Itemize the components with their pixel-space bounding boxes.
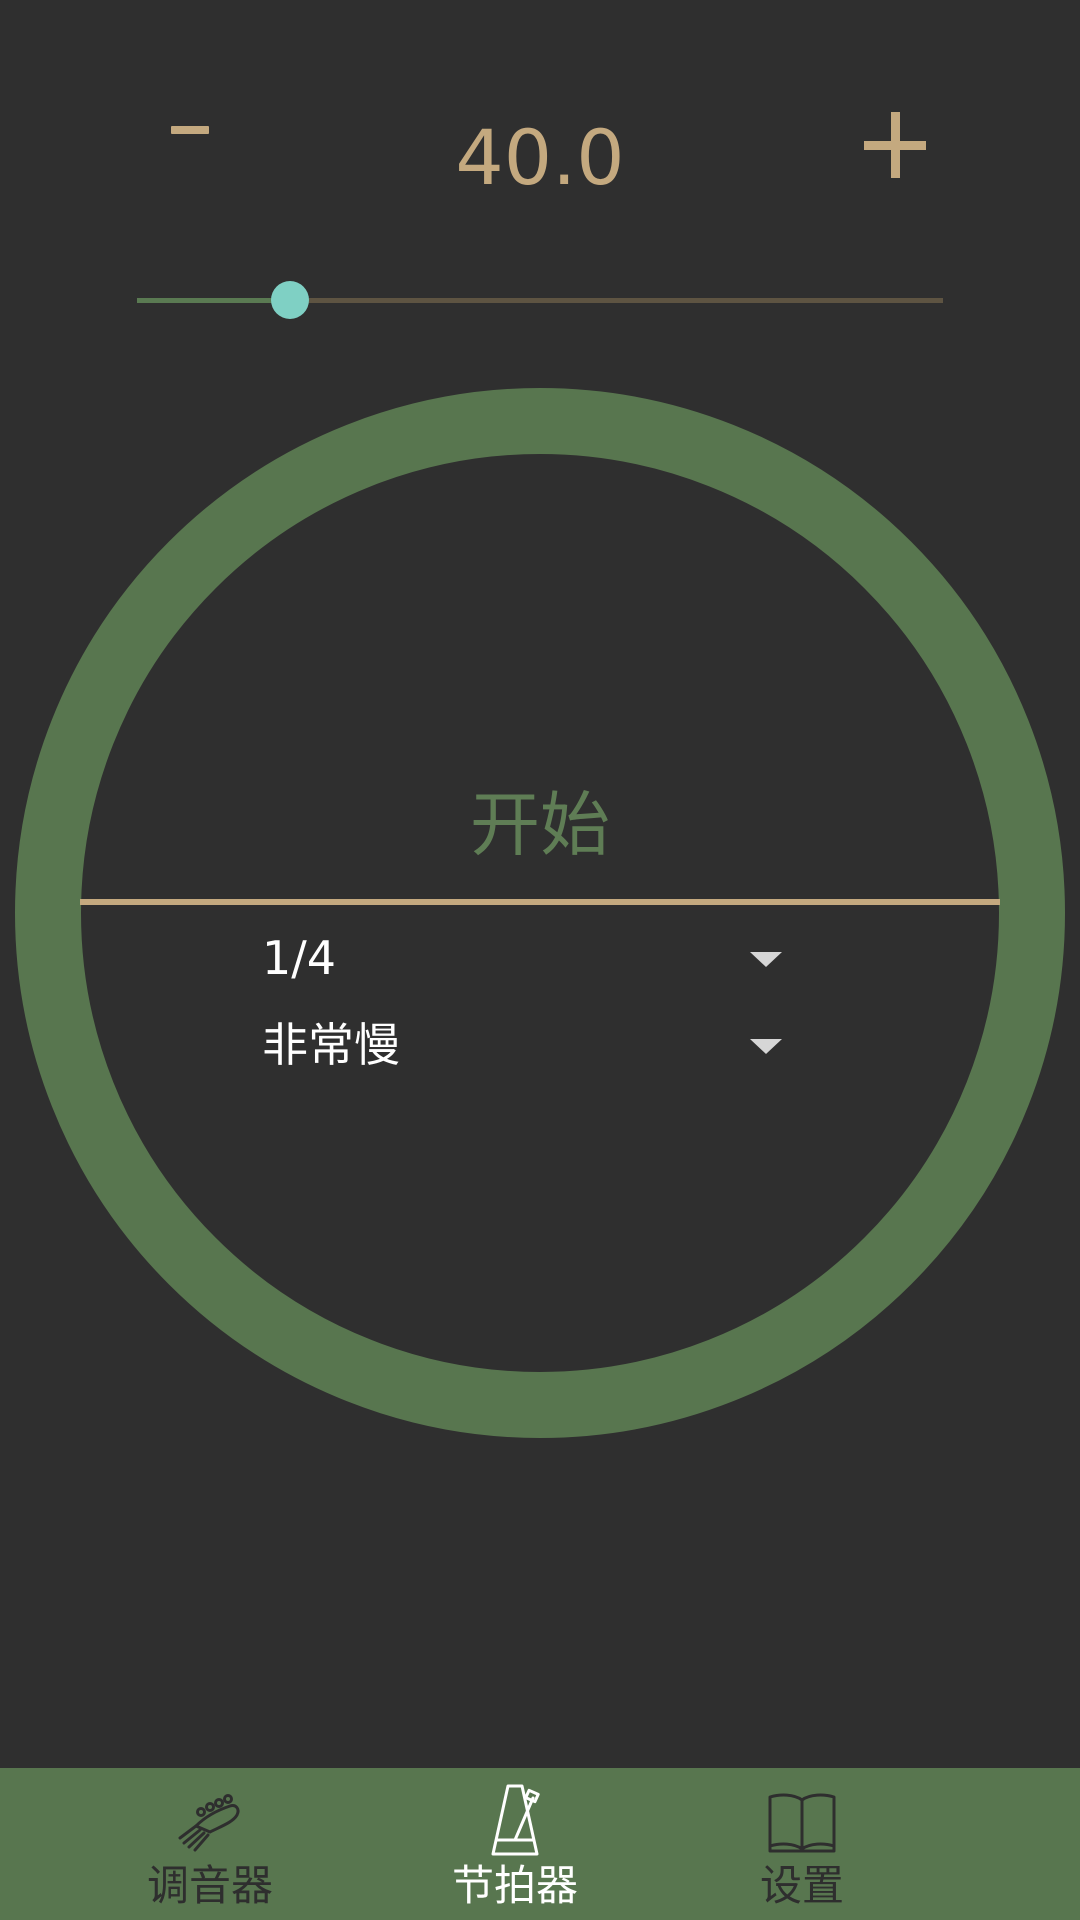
slider-thumb[interactable] <box>271 281 309 319</box>
bottom-navigation: 调音器 节拍器 设置 <box>0 1768 1080 1920</box>
speed-value: 非常慢 <box>262 1018 400 1072</box>
nav-item-metronome[interactable]: 节拍器 <box>405 1768 625 1920</box>
nav-label: 节拍器 <box>451 1861 578 1910</box>
tempo-value: 40.0 <box>455 113 625 202</box>
nav-label: 调音器 <box>146 1861 273 1910</box>
speed-select[interactable]: 非常慢 <box>262 1005 802 1085</box>
beat-fraction-select[interactable]: 1/4 <box>262 918 802 998</box>
dropdown-arrow-icon <box>750 952 782 967</box>
divider <box>80 899 1000 905</box>
guitar-headstock-icon <box>178 1794 240 1852</box>
dropdown-arrow-icon <box>750 1039 782 1054</box>
beat-fraction-value: 1/4 <box>262 931 337 985</box>
nav-label: 设置 <box>759 1861 844 1910</box>
nav-item-settings[interactable]: 设置 <box>692 1768 912 1920</box>
metronome-icon <box>491 1784 540 1856</box>
tempo-increase-button[interactable] <box>852 98 938 184</box>
metronome-ring <box>15 388 1065 1438</box>
book-icon <box>768 1793 836 1853</box>
slider-fill <box>137 298 290 303</box>
start-button[interactable]: 开始 <box>340 770 740 880</box>
minus-icon <box>171 126 209 134</box>
tempo-slider[interactable] <box>137 280 943 320</box>
tempo-decrease-button[interactable] <box>150 80 230 180</box>
nav-item-tuner[interactable]: 调音器 <box>100 1768 320 1920</box>
